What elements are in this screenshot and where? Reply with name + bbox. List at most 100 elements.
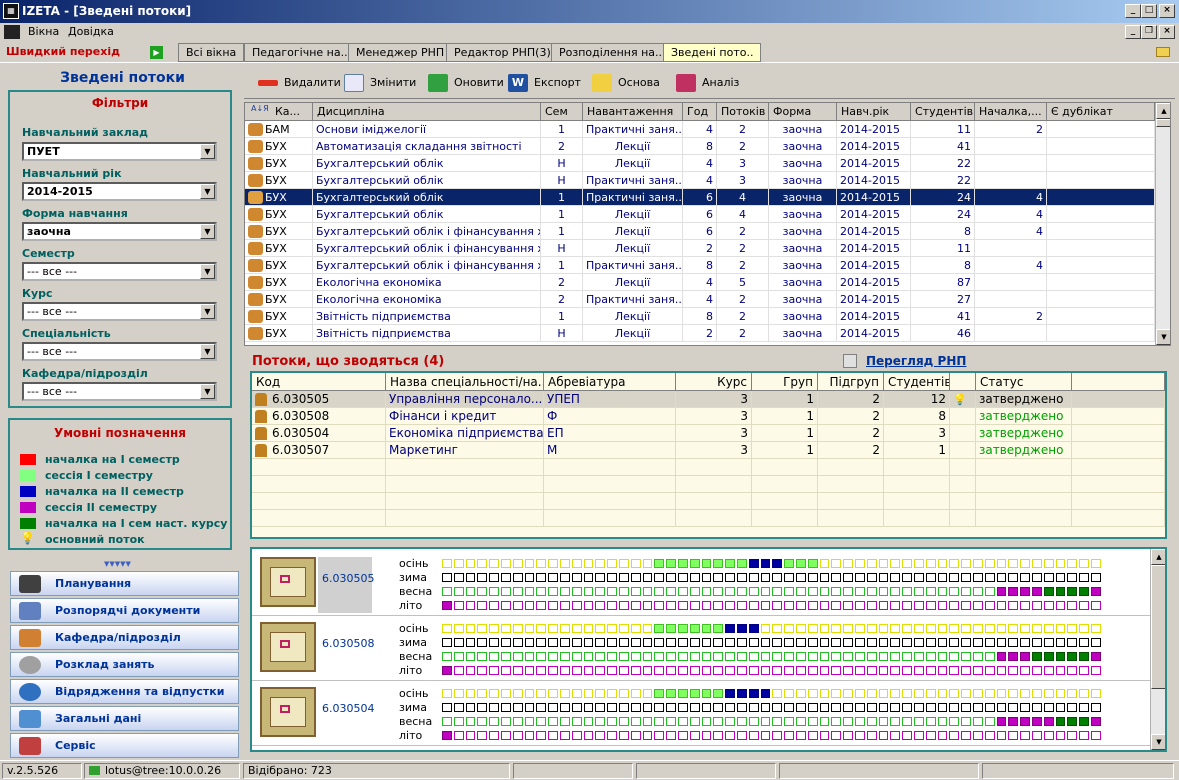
- nav-general-data[interactable]: Загальні дані: [10, 706, 239, 731]
- year-select[interactable]: 2014-2015 ▼: [22, 182, 217, 201]
- stream-code[interactable]: 6.030508: [318, 622, 375, 678]
- table-row[interactable]: БУХ Автоматизація складання звітності 2 Лек…: [245, 138, 1170, 155]
- week-cell: [984, 689, 995, 698]
- column-header[interactable]: Підгруп: [818, 373, 884, 391]
- column-header[interactable]: Назва спеціальності/на...: [386, 373, 544, 391]
- week-cell: [1043, 601, 1054, 610]
- column-header[interactable]: Студентів: [884, 373, 950, 391]
- magnifier-icon[interactable]: [843, 354, 857, 368]
- tab-rnp-editor[interactable]: Редактор РНП(3): [446, 43, 559, 62]
- mdi-close-button[interactable]: ×: [1159, 25, 1175, 39]
- vertical-scrollbar[interactable]: ▲ ▼: [1155, 103, 1170, 345]
- stream-code[interactable]: 6.030504: [318, 687, 375, 743]
- week-cell: [772, 559, 783, 568]
- play-icon[interactable]: ▶: [150, 46, 163, 59]
- table-row[interactable]: БАМ Основи іміджелогії 1 Практичні заня... 4…: [245, 121, 1170, 138]
- maximize-button[interactable]: □: [1141, 4, 1157, 18]
- app-menu-icon[interactable]: [4, 25, 20, 39]
- week-cell: [477, 559, 488, 568]
- column-header[interactable]: Є дублікат: [1047, 103, 1155, 121]
- nav-planning[interactable]: Планування: [10, 571, 239, 596]
- week-cell: [571, 689, 582, 698]
- menu-help[interactable]: Довідка: [68, 25, 114, 38]
- table-row[interactable]: БУХ Бухгалтерський облік і фінансування х…: [245, 257, 1170, 274]
- table-row[interactable]: БУХ Бухгалтерський облік Н Практичні заня..…: [245, 172, 1170, 189]
- column-header[interactable]: Навч.рік: [837, 103, 911, 121]
- table-row[interactable]: БУХ Екологічна економіка 2 Лекції 4 5 заочна 20…: [245, 274, 1170, 291]
- column-header[interactable]: Навантаження: [583, 103, 683, 121]
- export-button[interactable]: W Експорт: [508, 73, 581, 93]
- course-select[interactable]: --- все --- ▼: [22, 302, 217, 321]
- column-header[interactable]: Форма: [769, 103, 837, 121]
- table-row[interactable]: БУХ Бухгалтерський облік і фінансування х…: [245, 240, 1170, 257]
- column-header[interactable]: Абревіатура: [544, 373, 676, 391]
- form-select[interactable]: заочна ▼: [22, 222, 217, 241]
- analysis-button[interactable]: Аналіз: [676, 73, 739, 93]
- nav-service[interactable]: Сервіс: [10, 733, 239, 758]
- column-header[interactable]: Сем: [541, 103, 583, 121]
- table-cell: 8: [911, 257, 975, 274]
- nav-department[interactable]: Кафедра/підрозділ: [10, 625, 239, 650]
- nav-trips[interactable]: Відрядження та відпустки: [10, 679, 239, 704]
- week-cell: [453, 666, 464, 675]
- menu-windows[interactable]: Вікна: [28, 25, 59, 38]
- table-row[interactable]: 6.030505 Управління персонало... УПЕП 3 1 2 12…: [252, 391, 1165, 408]
- week-cell: [489, 703, 499, 712]
- tab-pedagogical[interactable]: Педагогічне на..: [244, 43, 356, 62]
- folder-icon[interactable]: [1156, 47, 1170, 57]
- column-header[interactable]: Груп: [752, 373, 818, 391]
- week-cell: [996, 731, 1007, 740]
- minimize-button[interactable]: _: [1125, 4, 1141, 18]
- table-row[interactable]: БУХ Бухгалтерський облік і фінансування х…: [245, 223, 1170, 240]
- semester-select[interactable]: --- все --- ▼: [22, 262, 217, 281]
- mdi-restore-button[interactable]: ❐: [1141, 25, 1157, 39]
- tab-merged-streams[interactable]: Зведені пото..: [663, 43, 762, 62]
- column-header[interactable]: Началка,...: [975, 103, 1047, 121]
- table-row[interactable]: 6.030507 Маркетинг М 3 1 2 1 затверджено: [252, 442, 1165, 459]
- week-cell: [1032, 601, 1042, 610]
- column-header[interactable]: Дисципліна: [313, 103, 541, 121]
- collapse-handle[interactable]: ▼▼▼▼▼: [104, 560, 131, 568]
- stream-code[interactable]: 6.030505: [318, 557, 375, 613]
- table-row[interactable]: 6.030508 Фінанси і кредит Ф 3 1 2 8 затверджено: [252, 408, 1165, 425]
- specialty-select[interactable]: --- все --- ▼: [22, 342, 217, 361]
- department-select[interactable]: --- все --- ▼: [22, 382, 217, 401]
- week-cell: [595, 652, 606, 661]
- table-cell: [386, 493, 544, 510]
- institution-select[interactable]: ПУЕТ ▼: [22, 142, 217, 161]
- close-button[interactable]: ×: [1159, 4, 1175, 18]
- table-row[interactable]: БУХ Бухгалтерський облік 1 Практичні заня..…: [245, 189, 1170, 206]
- tab-all-windows[interactable]: Всі вікна: [178, 43, 245, 62]
- mdi-minimize-button[interactable]: _: [1125, 25, 1141, 39]
- nav-schedule[interactable]: Розклад занять: [10, 652, 239, 677]
- tab-distribution[interactable]: Розподілення на..: [551, 43, 671, 62]
- column-header[interactable]: Год: [683, 103, 717, 121]
- column-header[interactable]: Потоків: [717, 103, 769, 121]
- tab-rnp-manager[interactable]: Менеджер РНП: [348, 43, 453, 62]
- table-row[interactable]: БУХ Звітність підприємства 1 Лекції 8 2 заочна…: [245, 308, 1170, 325]
- column-header[interactable]: Студентів: [911, 103, 975, 121]
- week-cell: [961, 624, 971, 633]
- table-row[interactable]: БУХ Звітність підприємства Н Лекції 2 2 заочна…: [245, 325, 1170, 342]
- column-header[interactable]: Статус: [976, 373, 1072, 391]
- delete-button[interactable]: Видалити: [258, 73, 341, 93]
- week-cell: [855, 573, 865, 582]
- column-header[interactable]: Курс: [676, 373, 752, 391]
- timeline-scrollbar[interactable]: ▲ ▼: [1150, 549, 1165, 750]
- table-row[interactable]: БУХ Бухгалтерський облік Н Лекції 4 3 заочна 20…: [245, 155, 1170, 172]
- week-cell: [855, 666, 865, 675]
- sort-icon[interactable]: A↓Я: [251, 105, 269, 113]
- scroll-down-icon: ▼: [1156, 329, 1170, 345]
- column-header[interactable]: [950, 373, 976, 391]
- column-header[interactable]: Код: [252, 373, 386, 391]
- table-row[interactable]: БУХ Бухгалтерський облік 1 Лекції 6 4 заочна 20…: [245, 206, 1170, 223]
- week-cell: [973, 717, 983, 726]
- table-row[interactable]: БУХ Екологічна економіка 2 Практичні заня..…: [245, 291, 1170, 308]
- edit-button[interactable]: Змінити: [344, 73, 416, 93]
- refresh-button[interactable]: Оновити: [428, 73, 504, 93]
- view-rnp-link[interactable]: Перегляд РНП: [866, 354, 966, 368]
- table-cell: Практичні заня...: [583, 257, 683, 274]
- nav-documents[interactable]: Розпорядчі документи: [10, 598, 239, 623]
- table-row[interactable]: 6.030504 Економіка підприємства ЕП 3 1 2 3 затв…: [252, 425, 1165, 442]
- base-button[interactable]: Основа: [592, 73, 660, 93]
